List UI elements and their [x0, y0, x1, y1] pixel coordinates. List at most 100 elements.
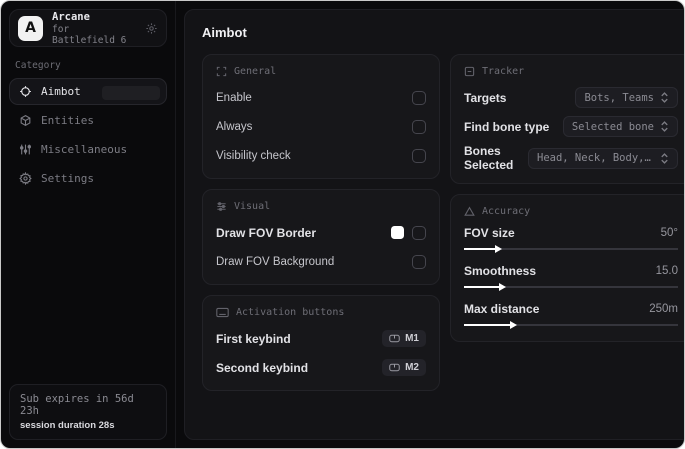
sidebar-item-label: Entities: [41, 114, 94, 127]
subscription-card: Sub expires in 56d 23h session duration …: [9, 384, 167, 440]
card-header-label: Tracker: [482, 66, 525, 77]
visibility-check-checkbox[interactable]: [412, 148, 426, 163]
general-card: General Enable Always Visibility check: [202, 54, 440, 179]
setting-row: Draw FOV Border: [216, 221, 426, 244]
setting-label: Second keybind: [216, 360, 309, 375]
main-area: Aimbot General Enable Always Visibility …: [176, 1, 684, 448]
brand-subtitle: for Battlefield 6: [52, 23, 127, 46]
sliders-icon: [19, 143, 32, 156]
category-label: Category: [15, 60, 61, 71]
accuracy-card: Accuracy FOV size 50° Smoothness 15.0 Ma…: [450, 194, 684, 342]
sidebar-item-label: Settings: [41, 172, 94, 185]
setting-label: Draw FOV Border: [216, 225, 317, 240]
enable-checkbox[interactable]: [412, 90, 426, 105]
setting-label: Visibility check: [216, 149, 291, 162]
sidebar-item-miscellaneous[interactable]: Miscellaneous: [9, 136, 167, 163]
setting-row: First keybind M1: [216, 327, 426, 350]
fov-border-color-swatch[interactable]: [391, 226, 404, 239]
second-keybind-button[interactable]: M2: [382, 359, 426, 376]
chevrons-up-down-icon: [660, 121, 669, 132]
find-bone-type-select[interactable]: Selected bone: [562, 116, 678, 137]
app-window: A Arcane for Battlefield 6 Category Aimb…: [0, 0, 685, 449]
visual-card: Visual Draw FOV Border Draw FOV Backgrou…: [202, 189, 440, 285]
page-title: Aimbot: [202, 25, 247, 40]
fov-size-slider[interactable]: [464, 244, 678, 254]
sidebar-item-entities[interactable]: Entities: [9, 107, 167, 134]
app-logo: A: [18, 15, 43, 41]
sidebar-item-settings[interactable]: Settings: [9, 165, 167, 192]
setting-label: Always: [216, 120, 253, 133]
keybind-value: M1: [405, 333, 419, 344]
setting-label: Draw FOV Background: [216, 255, 335, 268]
sub-expiry-text: Sub expires in 56d 23h: [20, 393, 134, 417]
sidebar-item-label: Miscellaneous: [41, 143, 128, 156]
setting-row: Enable: [216, 86, 426, 109]
left-column: General Enable Always Visibility check V…: [202, 54, 440, 391]
triangle-icon: [464, 206, 475, 217]
setting-row: FOV size 50°: [464, 226, 678, 254]
entities-icon: [19, 114, 32, 127]
keybind-value: M2: [405, 362, 419, 373]
sidebar-item-aimbot[interactable]: Aimbot: [9, 78, 167, 105]
slider-thumb[interactable]: [495, 244, 503, 253]
draw-fov-border-checkbox[interactable]: [412, 225, 426, 240]
select-value: Head, Neck, Body, Pe..: [537, 152, 654, 164]
brand-card: A Arcane for Battlefield 6: [9, 9, 167, 47]
targets-select[interactable]: Bots, Teams: [575, 87, 678, 108]
sidebar-nav: Aimbot Entities Miscellaneous Settings: [9, 78, 167, 192]
chevrons-up-down-icon: [660, 92, 669, 103]
max-distance-slider[interactable]: [464, 320, 678, 330]
setting-label: First keybind: [216, 331, 291, 346]
card-header-label: General: [234, 66, 277, 77]
sliders-horizontal-icon: [216, 201, 227, 212]
bones-selected-select[interactable]: Head, Neck, Body, Pe..: [528, 147, 678, 169]
smoothness-slider[interactable]: [464, 282, 678, 292]
content-panel: Aimbot General Enable Always Visibility …: [184, 9, 684, 440]
slider-thumb[interactable]: [499, 282, 507, 291]
sidebar: A Arcane for Battlefield 6 Category Aimb…: [1, 1, 176, 448]
setting-row: Targets Bots, Teams: [464, 86, 678, 109]
square-minus-icon: [464, 66, 475, 77]
setting-label: Bones Selected: [464, 144, 514, 172]
setting-row: Find bone type Selected bone: [464, 115, 678, 138]
setting-label: Find bone type: [464, 119, 550, 134]
select-value: Bots, Teams: [584, 91, 654, 104]
gear-icon: [19, 172, 32, 185]
scan-icon: [216, 66, 227, 77]
setting-label: Enable: [216, 91, 252, 104]
setting-row: Max distance 250m: [464, 302, 678, 330]
slider-value: 250m: [649, 303, 678, 315]
setting-row: Bones Selected Head, Neck, Body, Pe..: [464, 144, 678, 172]
logo-letter: A: [25, 20, 36, 36]
slider-thumb[interactable]: [510, 320, 518, 329]
select-value: Selected bone: [571, 120, 654, 133]
setting-row: Smoothness 15.0: [464, 264, 678, 292]
setting-row: Visibility check: [216, 144, 426, 167]
tracker-card: Tracker Targets Bots, Teams Find bone ty…: [450, 54, 684, 184]
setting-row: Second keybind M2: [216, 356, 426, 379]
always-checkbox[interactable]: [412, 119, 426, 134]
chevrons-up-down-icon: [660, 152, 669, 164]
mouse-icon: [389, 334, 400, 343]
slider-value: 15.0: [655, 265, 678, 277]
right-column: Tracker Targets Bots, Teams Find bone ty…: [450, 54, 684, 342]
setting-label: Smoothness: [464, 264, 537, 278]
brand-name: Arcane: [52, 10, 90, 23]
keyboard-icon: [216, 307, 229, 318]
card-header-label: Visual: [234, 201, 271, 212]
brand-gear-icon[interactable]: [145, 22, 158, 35]
setting-label: FOV size: [464, 226, 515, 240]
activation-card: Activation buttons First keybind M1 Seco…: [202, 295, 440, 391]
slider-value: 50°: [660, 227, 678, 239]
setting-row: Always: [216, 115, 426, 138]
first-keybind-button[interactable]: M1: [382, 330, 426, 347]
card-header-label: Activation buttons: [236, 307, 345, 318]
setting-label: Max distance: [464, 302, 540, 316]
draw-fov-background-checkbox[interactable]: [412, 254, 426, 269]
mouse-icon: [389, 363, 400, 372]
crosshair-icon: [19, 85, 32, 98]
setting-label: Targets: [464, 90, 507, 105]
sidebar-item-label: Aimbot: [41, 85, 81, 98]
session-duration-text: session duration 28s: [20, 420, 115, 431]
card-header-label: Accuracy: [482, 206, 531, 217]
